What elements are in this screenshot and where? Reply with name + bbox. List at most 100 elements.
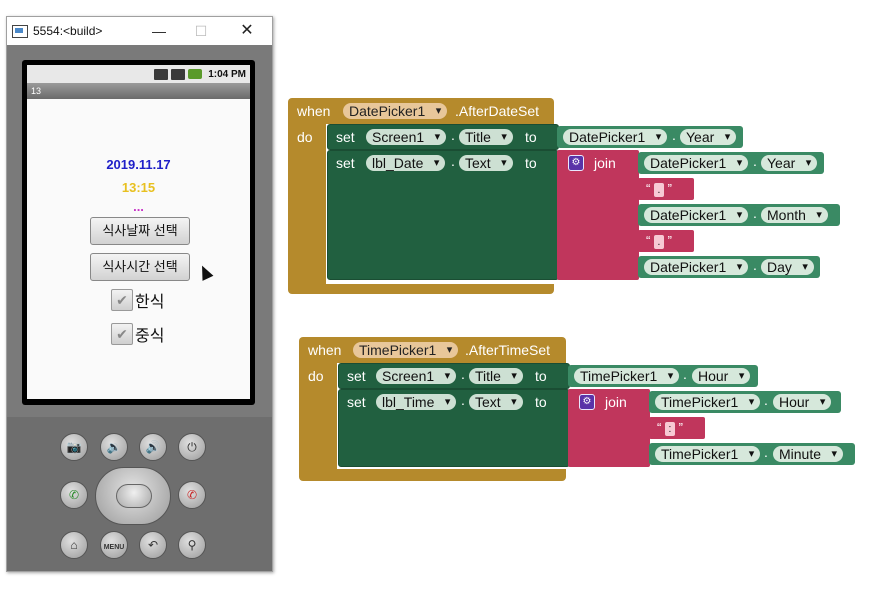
join-item-property[interactable]: Hour [773,394,832,410]
getter-property-dropdown[interactable]: Year [680,129,737,145]
menu-button[interactable]: MENU [100,531,128,559]
event1-name: .AfterDateSet [455,103,540,119]
signal-icon [171,68,186,80]
select-date-button[interactable]: 식사날짜 선택 [90,217,190,245]
time-label: 13:15 [121,180,156,195]
power-button[interactable]: ⏻ [178,433,206,461]
dot-label: . [672,127,676,143]
menu-label: MENU [103,544,125,551]
search-icon: ⚲ [187,538,197,552]
back-button[interactable]: ↶ [139,531,167,559]
back-icon: ↶ [147,538,159,552]
select-time-button[interactable]: 식사시간 선택 [90,253,190,281]
set1-property-dropdown[interactable]: Title [469,368,523,384]
date-label: 2019.11.17 [106,157,171,172]
chinese-food-label: 중식 [135,328,165,345]
home-icon: ⌂ [70,538,78,552]
close-button[interactable]: ✕ [233,21,261,41]
dot-label: . [683,366,687,382]
korean-food-checkbox[interactable]: ✔ 한식 [111,289,164,311]
set1-property-dropdown[interactable]: Title [459,129,513,145]
join-item-property[interactable]: Day [761,259,814,275]
dot-label: . [451,127,455,143]
getter-property-dropdown[interactable]: Hour [692,368,751,384]
event2-name: .AfterTimeSet [465,342,551,358]
join-item-component[interactable]: DatePicker1 [644,155,749,171]
mutator-gear-icon[interactable]: ⚙ [579,394,595,410]
search-button[interactable]: ⚲ [178,531,206,559]
join-item-component[interactable]: TimePicker1 [655,394,761,410]
set-label: set [336,155,355,171]
set-label: set [347,394,366,410]
getter-component-dropdown[interactable]: TimePicker1 [574,368,680,384]
set2-property-dropdown[interactable]: Text [469,394,523,410]
join-item-property[interactable]: Minute [773,446,844,462]
dot-label: . [451,153,455,169]
volume-up-button[interactable]: 🔊 [139,433,167,461]
dot-label: . [764,392,768,408]
dot-label: . [461,366,465,382]
set-label: set [336,129,355,145]
set-label: set [347,368,366,384]
set1-component-dropdown[interactable]: Screen1 [366,129,447,145]
to-label: to [535,368,547,384]
end-call-button[interactable]: ✆ [178,481,206,509]
maximize-button[interactable]: ☐ [187,21,215,41]
getter-component-dropdown[interactable]: DatePicker1 [563,129,668,145]
dots-label: ... [133,199,144,214]
join-item-component[interactable]: DatePicker1 [644,259,749,275]
to-label: to [535,394,547,410]
home-button[interactable]: ⌂ [60,531,88,559]
text-literal: “ . ” [646,233,672,249]
text-literal: “ : ” [657,420,683,436]
join-item-property[interactable]: Year [761,155,818,171]
dot-label: . [753,257,757,273]
when-label: when [308,342,342,358]
join-item-component[interactable]: DatePicker1 [644,207,749,223]
to-label: to [525,129,537,145]
when-label: when [297,103,331,119]
to-label: to [525,155,537,171]
chinese-food-checkbox[interactable]: ✔ 중식 [111,323,164,345]
phone-screen: 1:04 PM 13 2019.11.17 13:15 ... 식사날짜 선택 … [27,65,250,399]
app-title-bar: 13 [27,83,250,99]
camera-icon: 📷 [66,440,82,454]
window-titlebar: 5554:<build> — ☐ ✕ [7,17,272,45]
event1-component-dropdown[interactable]: DatePicker1 [343,103,448,119]
power-icon: ⏻ [187,440,197,454]
window-title: 5554:<build> [33,24,103,38]
checkmark-icon: ✔ [111,289,133,311]
do-label: do [308,368,324,384]
emulator-keypad: 📷 🔉 🔊 ⏻ ✆ ✆ ⌂ MENU ↶ ⚲ [7,417,272,571]
dpad[interactable] [95,467,171,525]
set1-component-dropdown[interactable]: Screen1 [376,368,457,384]
dot-label: . [461,392,465,408]
volume-down-icon: 🔉 [106,440,122,454]
checkmark-icon: ✔ [111,323,133,345]
set2-component-dropdown[interactable]: lbl_Date [366,155,446,171]
battery-icon [188,69,203,79]
camera-button[interactable]: 📷 [60,433,88,461]
join-item-property[interactable]: Month [761,207,828,223]
app-window-icon [12,25,28,38]
volume-down-button[interactable]: 🔉 [100,433,128,461]
dpad-center-button[interactable] [116,484,152,508]
call-button[interactable]: ✆ [60,481,88,509]
korean-food-label: 한식 [135,294,165,311]
dot-label: . [753,205,757,221]
event2-component-dropdown[interactable]: TimePicker1 [353,342,459,358]
minimize-button[interactable]: — [145,21,173,41]
set2-component-dropdown[interactable]: lbl_Time [376,394,457,410]
text-literal: “ . ” [646,181,672,197]
status-bar: 1:04 PM [27,65,250,83]
join-label: join [594,155,616,171]
join-label: join [605,394,627,410]
emulator-window: 5554:<build> — ☐ ✕ 1:04 PM 13 2019.11.17… [6,16,273,572]
set2-property-dropdown[interactable]: Text [459,155,513,171]
dot-label: . [753,153,757,169]
volume-up-icon: 🔊 [145,440,161,454]
join-item-component[interactable]: TimePicker1 [655,446,761,462]
network-3g-icon [154,68,169,80]
mutator-gear-icon[interactable]: ⚙ [568,155,584,171]
status-time: 1:04 PM [208,68,246,80]
